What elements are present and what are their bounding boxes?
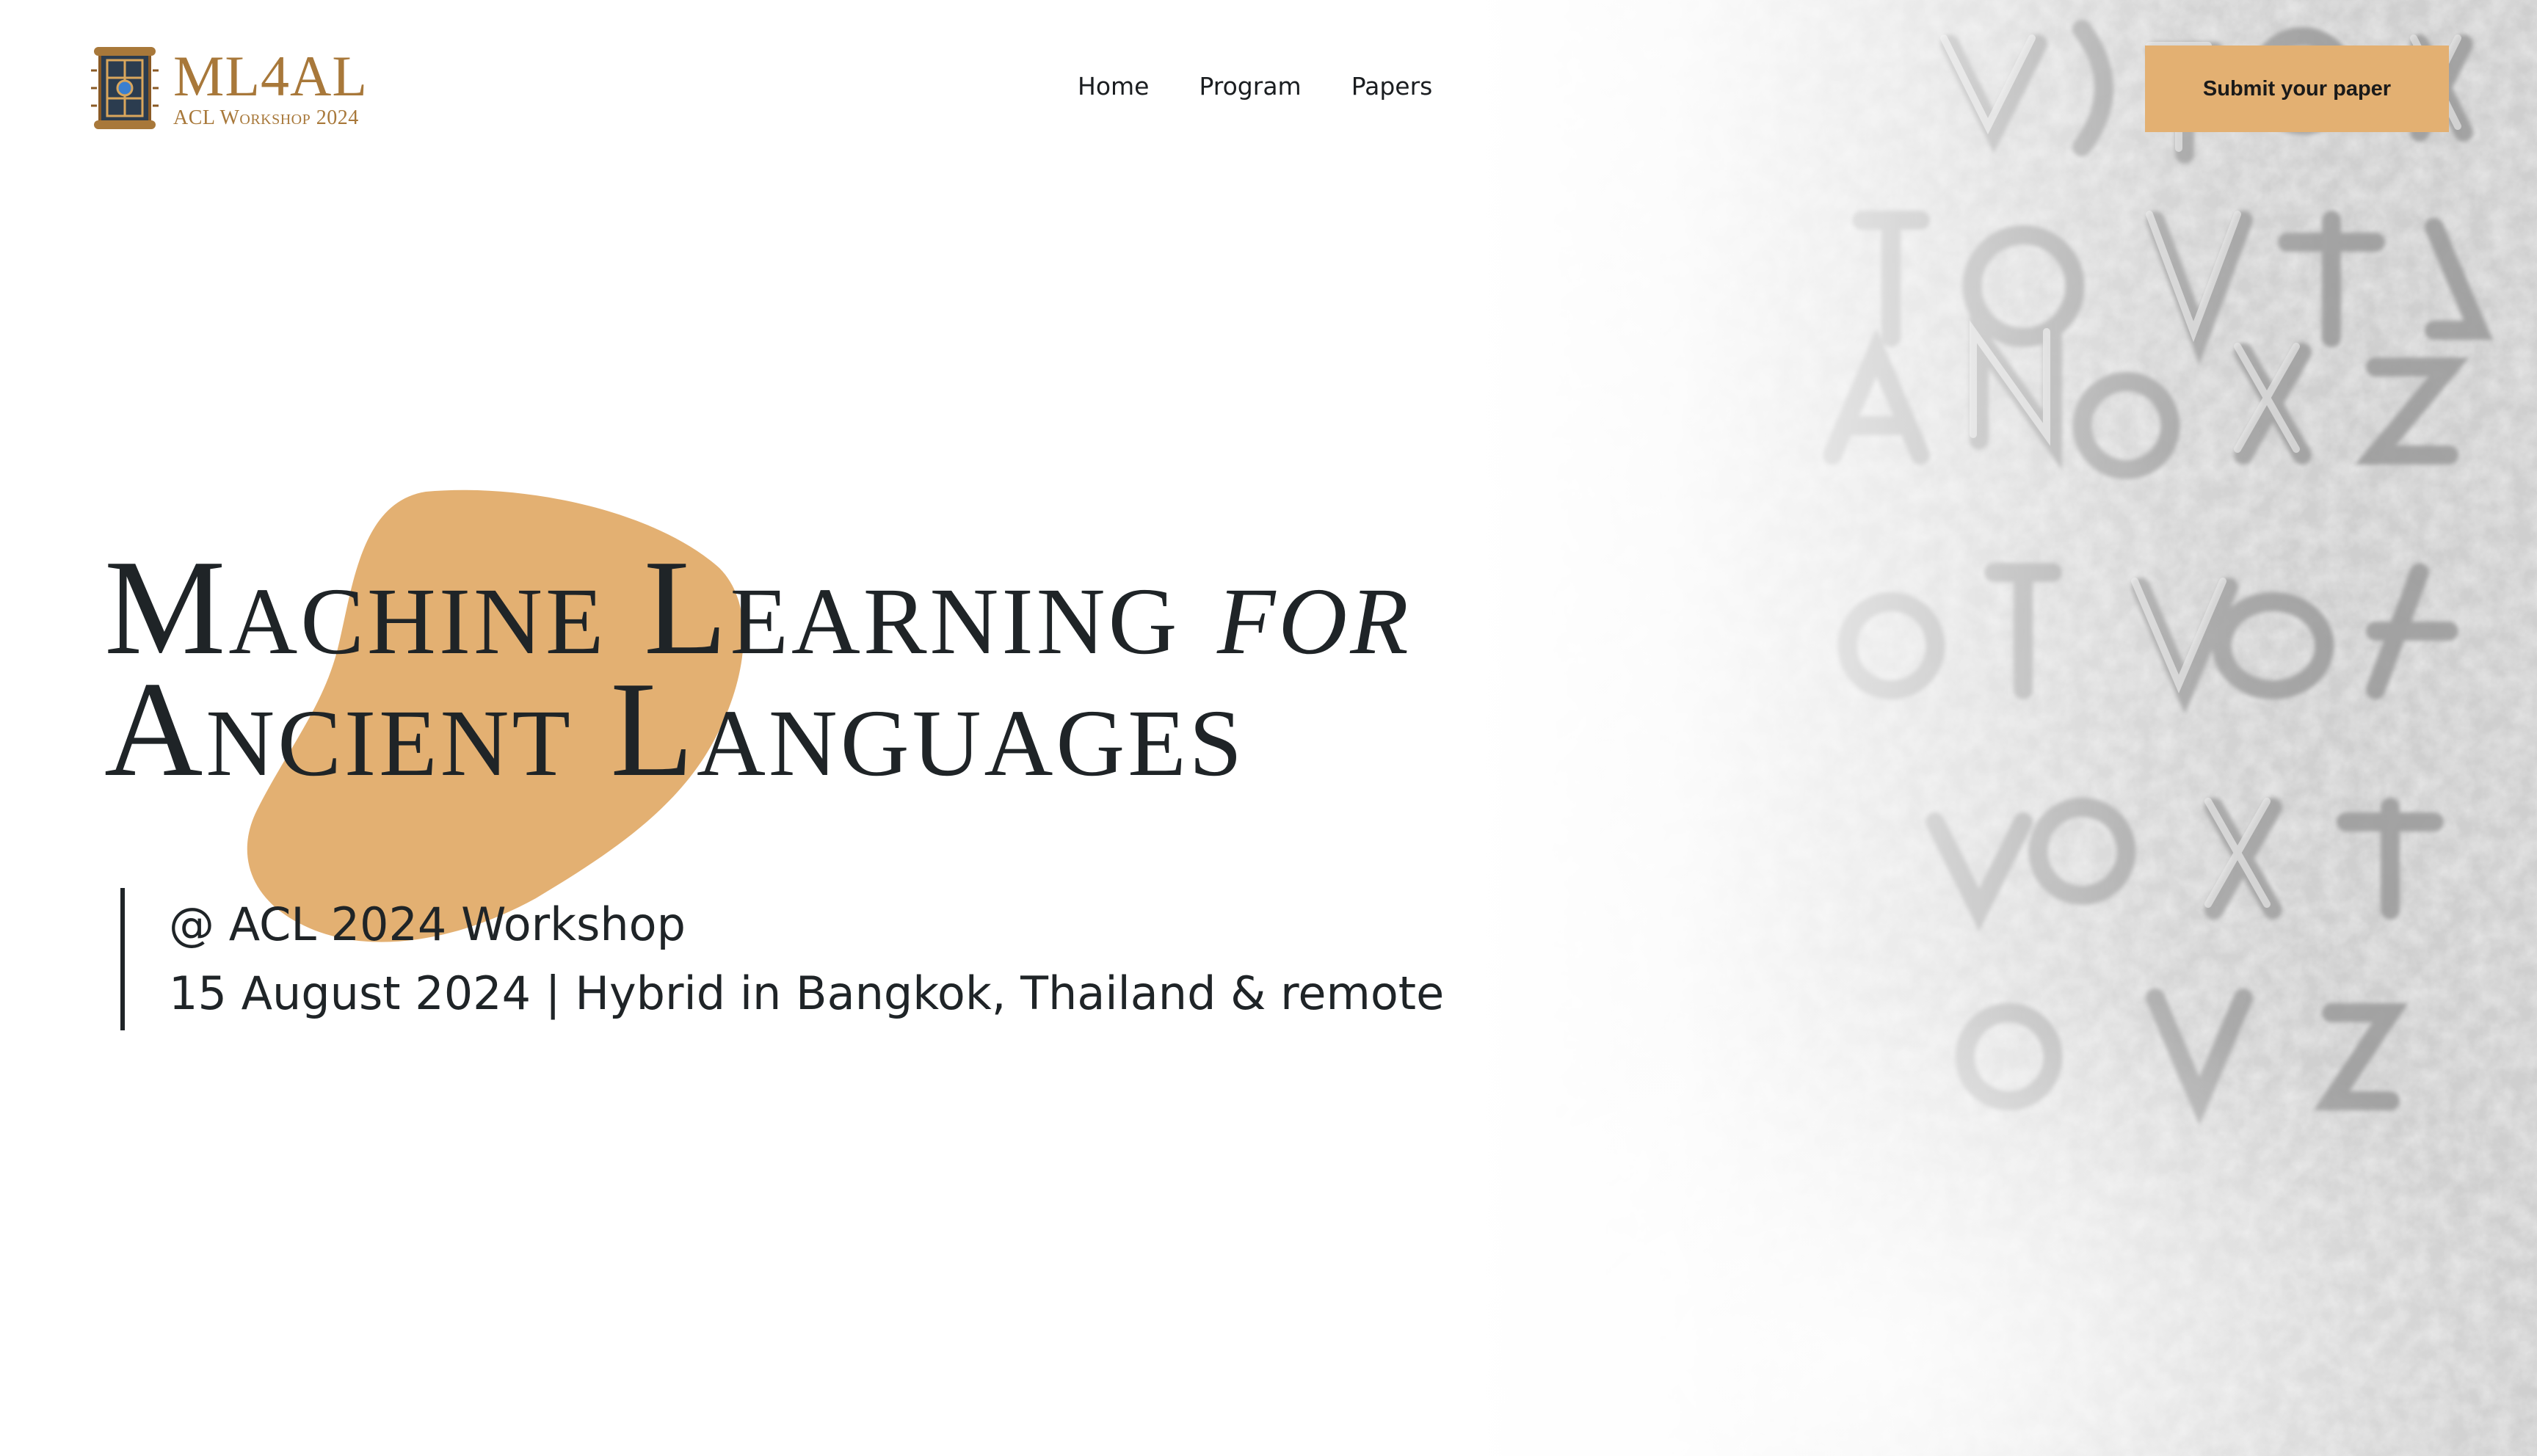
site-logo[interactable]: ML4AL ACL Workshop 2024 (88, 41, 368, 135)
logo-title: ML4AL (173, 44, 368, 108)
main-nav: Home Program Papers (1078, 72, 1432, 101)
stone-inscription-background (1421, 0, 2537, 1456)
event-details: @ ACL 2024 Workshop 15 August 2024 | Hyb… (120, 888, 1444, 1030)
nav-papers-link[interactable]: Papers (1351, 72, 1433, 101)
date-location-line: 15 August 2024 | Hybrid in Bangkok, Thai… (169, 967, 1445, 1020)
scroll-emblem-icon (91, 47, 159, 129)
submit-paper-button[interactable]: Submit your paper (2145, 46, 2449, 132)
title-for: for (1217, 532, 1412, 683)
nav-program-link[interactable]: Program (1199, 72, 1301, 101)
title-ancient-languages: Ancient Languages (104, 654, 1246, 805)
page: ML4AL ACL Workshop 2024 Home Program Pap… (0, 0, 2537, 1456)
event-line: @ ACL 2024 Workshop (169, 898, 686, 951)
logo-subtitle: ACL Workshop 2024 (173, 106, 359, 129)
nav-home-link[interactable]: Home (1078, 72, 1149, 101)
page-title: Machine Learning for Ancient Languages (104, 539, 1412, 798)
